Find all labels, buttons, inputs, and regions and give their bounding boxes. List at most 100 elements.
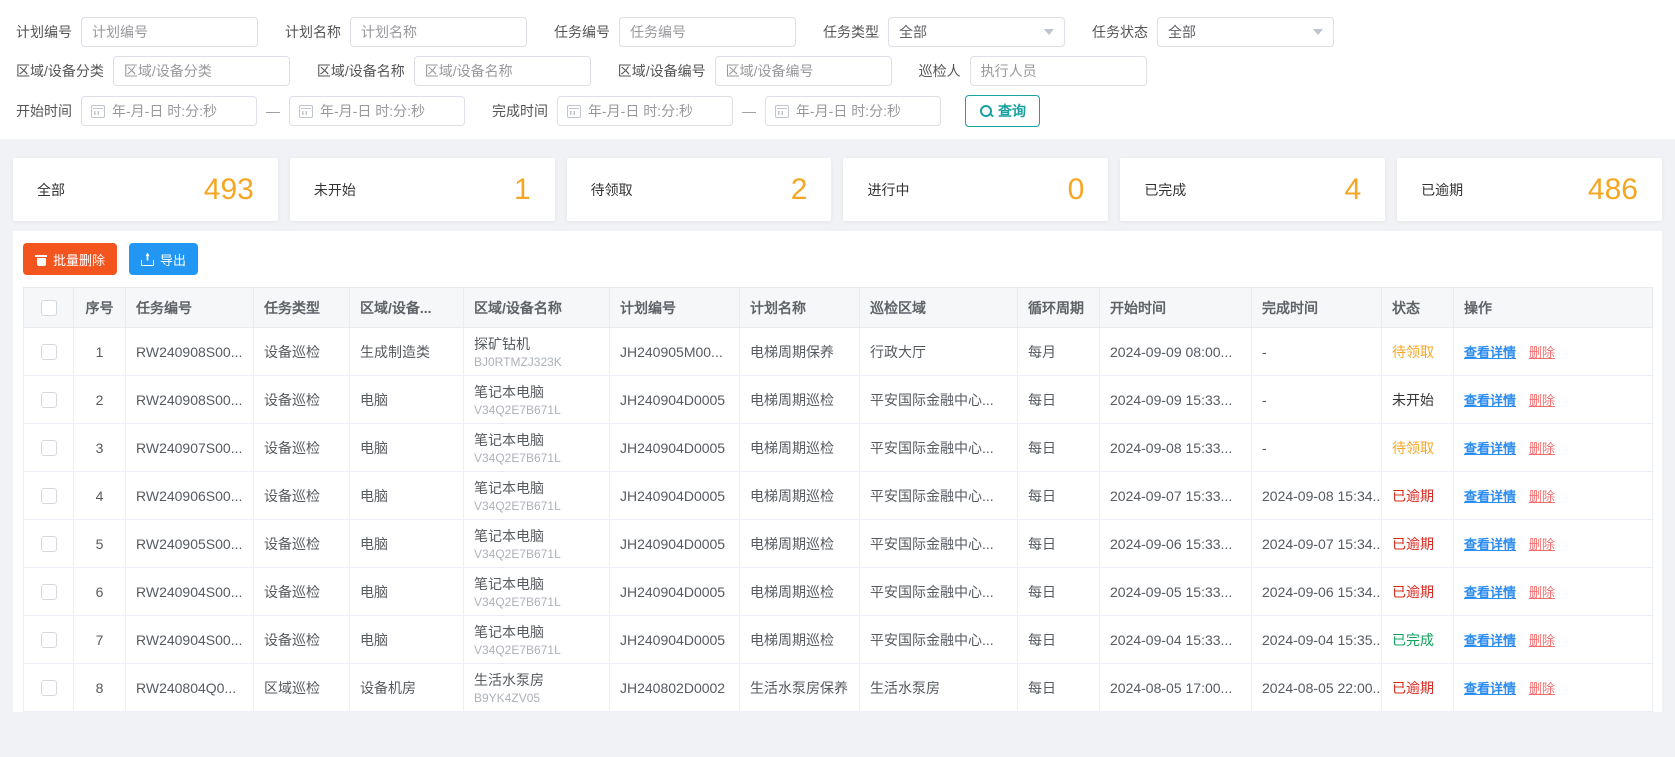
range-separator: —: [266, 103, 280, 119]
plan-name-input[interactable]: [350, 17, 527, 47]
start-time-to-placeholder: 年-月-日 时:分:秒: [320, 103, 425, 119]
row-checkbox[interactable]: [40, 584, 57, 601]
stat-label: 已完成: [1144, 181, 1187, 198]
stat-card-not-started[interactable]: 未开始 1: [289, 158, 555, 221]
dev-name-input[interactable]: [413, 56, 591, 86]
delete-link[interactable]: 删除: [1529, 489, 1555, 504]
cell-start: 2024-09-09 08:00...: [1099, 327, 1252, 376]
cell-task-no: RW240906S00...: [125, 471, 254, 520]
cell-plan-name: 电梯周期巡检: [739, 567, 860, 616]
end-time-from-input[interactable]: 年-月-日 时:分:秒: [557, 96, 733, 126]
table-row: 2 RW240908S00... 设备巡检 电脑 笔记本电脑 V34Q2E7B6…: [23, 375, 1653, 424]
delete-link[interactable]: 删除: [1529, 441, 1555, 456]
cell-dev-cat: 设备机房: [349, 663, 464, 712]
start-time-to-input[interactable]: 年-月-日 时:分:秒: [289, 96, 465, 126]
batch-delete-button[interactable]: 批量删除: [23, 243, 118, 275]
header-dev-cat: 区域/设备...: [349, 287, 464, 328]
row-checkbox[interactable]: [40, 536, 57, 553]
view-details-link[interactable]: 查看详情: [1464, 585, 1516, 600]
table-row: 8 RW240804Q0... 区域巡检 设备机房 生活水泵房 B9YK4ZV0…: [23, 663, 1653, 712]
filter-dev-no: 区域/设备编号: [618, 56, 892, 86]
task-status-label: 任务状态: [1092, 24, 1148, 40]
row-checkbox[interactable]: [40, 680, 57, 697]
stat-card-pending-claim[interactable]: 待领取 2: [566, 158, 832, 221]
stat-value: 493: [203, 172, 254, 206]
start-time-from-input[interactable]: 年-月-日 时:分:秒: [81, 96, 257, 126]
cell-dev-cat: 电脑: [349, 471, 464, 520]
task-no-label: 任务编号: [554, 24, 610, 40]
device-name: 笔记本电脑: [474, 432, 544, 448]
delete-link[interactable]: 删除: [1529, 537, 1555, 552]
view-details-link[interactable]: 查看详情: [1464, 345, 1516, 360]
row-checkbox[interactable]: [40, 488, 57, 505]
device-code: V34Q2E7B671L: [474, 547, 561, 561]
status-badge: 已逾期: [1392, 583, 1434, 600]
stat-card-all[interactable]: 全部 493: [13, 158, 278, 221]
filter-row-1: 计划编号 计划名称 任务编号 任务类型 全部 任务状态 全部: [16, 17, 1659, 47]
delete-link[interactable]: 删除: [1529, 585, 1555, 600]
view-details-link[interactable]: 查看详情: [1464, 393, 1516, 408]
cell-plan-no: JH240904D0005: [609, 519, 740, 568]
row-checkbox[interactable]: [40, 440, 57, 457]
cell-area: 平安国际金融中心...: [859, 423, 1018, 472]
cell-task-no: RW240908S00...: [125, 327, 254, 376]
task-type-value: 全部: [899, 24, 927, 40]
cell-end: -: [1251, 327, 1382, 376]
plan-no-input[interactable]: [81, 17, 258, 47]
task-no-input[interactable]: [619, 17, 796, 47]
view-details-link[interactable]: 查看详情: [1464, 537, 1516, 552]
end-time-to-input[interactable]: 年-月-日 时:分:秒: [765, 96, 941, 126]
view-details-link[interactable]: 查看详情: [1464, 489, 1516, 504]
stat-card-in-progress[interactable]: 进行中 0: [843, 158, 1109, 221]
view-details-link[interactable]: 查看详情: [1464, 633, 1516, 648]
cell-dev-cat: 电脑: [349, 519, 464, 568]
row-checkbox[interactable]: [40, 632, 57, 649]
calendar-icon: [91, 104, 105, 118]
task-status-select[interactable]: 全部: [1157, 17, 1334, 47]
device-name: 笔记本电脑: [474, 624, 544, 640]
cell-area: 平安国际金融中心...: [859, 375, 1018, 424]
cell-seq: 5: [73, 519, 126, 568]
cell-dev-cat: 电脑: [349, 375, 464, 424]
header-cycle: 循环周期: [1017, 287, 1100, 328]
cell-area: 平安国际金融中心...: [859, 615, 1018, 664]
cell-task-no: RW240905S00...: [125, 519, 254, 568]
batch-delete-label: 批量删除: [53, 252, 106, 268]
header-seq: 序号: [73, 287, 126, 328]
calendar-icon: [567, 104, 581, 118]
cell-cycle: 每日: [1017, 663, 1100, 712]
device-code: BJ0RTMZJ323K: [474, 355, 562, 369]
delete-link[interactable]: 删除: [1529, 393, 1555, 408]
header-end: 完成时间: [1251, 287, 1382, 328]
tasks-table: 序号 任务编号 任务类型 区域/设备... 区域/设备名称 计划编号 计划名称 …: [23, 287, 1653, 712]
delete-link[interactable]: 删除: [1529, 345, 1555, 360]
cell-end: 2024-09-08 15:34...: [1251, 471, 1382, 520]
delete-link[interactable]: 删除: [1529, 681, 1555, 696]
row-checkbox[interactable]: [40, 344, 57, 361]
stat-card-completed[interactable]: 已完成 4: [1120, 158, 1386, 221]
task-type-select[interactable]: 全部: [888, 17, 1065, 47]
stat-label: 已逾期: [1421, 181, 1464, 198]
dev-no-input[interactable]: [714, 56, 892, 86]
cell-task-type: 区域巡检: [253, 663, 350, 712]
cell-start: 2024-08-05 17:00...: [1099, 663, 1252, 712]
delete-link[interactable]: 删除: [1529, 633, 1555, 648]
search-button[interactable]: 查询: [965, 95, 1040, 127]
cell-task-type: 设备巡检: [253, 519, 350, 568]
export-button[interactable]: 导出: [129, 243, 199, 275]
row-checkbox[interactable]: [40, 392, 57, 409]
dev-cat-input[interactable]: [112, 56, 290, 86]
cell-dev-name: 笔记本电脑 V34Q2E7B671L: [463, 567, 610, 616]
inspector-input[interactable]: [969, 56, 1147, 86]
filter-inspector: 巡检人: [919, 56, 1147, 86]
stat-label: 全部: [37, 181, 65, 198]
status-badge: 待领取: [1392, 439, 1434, 456]
inspector-label: 巡检人: [918, 63, 961, 79]
table-row: 4 RW240906S00... 设备巡检 电脑 笔记本电脑 V34Q2E7B6…: [23, 471, 1653, 520]
view-details-link[interactable]: 查看详情: [1464, 681, 1516, 696]
view-details-link[interactable]: 查看详情: [1464, 441, 1516, 456]
stat-card-overdue[interactable]: 已逾期 486: [1397, 158, 1662, 221]
device-name: 笔记本电脑: [474, 384, 544, 400]
select-all-checkbox[interactable]: [40, 300, 57, 317]
cell-task-type: 设备巡检: [253, 471, 350, 520]
